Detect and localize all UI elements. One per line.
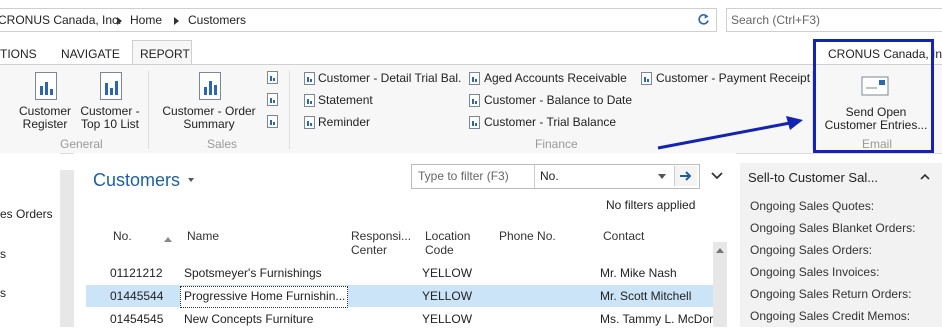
small-report-icon <box>641 72 652 85</box>
column-header-location-code[interactable]: Location Code <box>425 229 477 257</box>
tab-report[interactable]: REPORT <box>140 47 190 61</box>
report-icon <box>100 72 122 100</box>
search-placeholder: Search (Ctrl+F3) <box>731 13 821 27</box>
scroll-up-icon[interactable] <box>716 248 724 253</box>
filter-placeholder: Type to filter (F3) <box>418 169 509 183</box>
factbox-item[interactable]: Ongoing Sales Credit Memos: <box>750 309 910 323</box>
table-row-selected[interactable]: 01445544 Progressive Home Furnishin... Y… <box>86 285 713 308</box>
cell-no: 01445544 <box>110 289 164 303</box>
finance-item[interactable]: Customer - Payment Receipt <box>656 71 810 85</box>
cell-contact: Mr. Scott Mitchell <box>600 289 692 303</box>
filter-status: No filters applied <box>606 198 696 212</box>
cell-location: YELLOW <box>422 266 473 280</box>
arrow-right-icon <box>680 171 692 181</box>
ribbon-separator <box>289 71 290 149</box>
report-icon <box>199 72 221 100</box>
refresh-icon[interactable] <box>697 13 710 26</box>
finance-item[interactable]: Customer - Detail Trial Bal. <box>318 71 461 85</box>
chevron-up-icon[interactable] <box>920 173 930 180</box>
column-header-phone[interactable]: Phone No. <box>499 229 556 243</box>
nav-item[interactable]: s <box>0 286 6 300</box>
highlight-box <box>813 39 934 153</box>
crumb-home[interactable]: Home <box>130 13 162 27</box>
breadcrumb: CRONUS Canada, Inc. Home Customers <box>0 8 717 32</box>
small-report-icon <box>469 116 480 129</box>
divider <box>534 165 535 188</box>
report-icon <box>35 72 57 100</box>
column-header-no[interactable]: No. <box>113 229 132 243</box>
small-report-icon[interactable] <box>267 71 278 84</box>
group-label-general: General <box>60 137 103 151</box>
nav-item[interactable]: s <box>0 247 6 261</box>
group-label-finance: Finance <box>535 137 578 151</box>
finance-item[interactable]: Customer - Trial Balance <box>484 115 616 129</box>
small-report-icon <box>304 94 315 107</box>
table-row[interactable]: 01121212 Spotsmeyer's Furnishings YELLOW… <box>86 262 713 284</box>
customer-top10-button[interactable]: Customer - Top 10 List <box>78 105 142 131</box>
factbox-title[interactable]: Sell-to Customer Sal... <box>748 170 878 185</box>
cell-name[interactable]: New Concepts Furniture <box>184 312 344 326</box>
column-header-contact[interactable]: Contact <box>603 229 644 243</box>
finance-item[interactable]: Customer - Balance to Date <box>484 93 632 107</box>
chevron-down-icon[interactable] <box>711 172 723 180</box>
factbox-item[interactable]: Ongoing Sales Invoices: <box>750 265 879 279</box>
search-input[interactable]: Search (Ctrl+F3) <box>726 8 942 32</box>
cell-no: 01121212 <box>110 266 163 280</box>
cell-contact: Mr. Mike Nash <box>600 266 677 280</box>
factbox-item[interactable]: Ongoing Sales Return Orders: <box>750 287 911 301</box>
cell-name[interactable]: Spotsmeyer's Furnishings <box>184 266 344 280</box>
left-navigation: es Orders s s <box>0 153 60 327</box>
chevron-down-icon[interactable] <box>188 178 194 182</box>
small-report-icon[interactable] <box>267 93 278 106</box>
cell-location: YELLOW <box>422 289 473 303</box>
sort-ascending-icon <box>164 237 172 242</box>
crumb-company[interactable]: CRONUS Canada, Inc. <box>0 13 121 27</box>
tab-actions[interactable]: TIONS <box>0 47 37 61</box>
small-report-icon <box>304 72 315 85</box>
page-title[interactable]: Customers <box>93 170 180 191</box>
factbox-item[interactable]: Ongoing Sales Quotes: <box>750 199 874 213</box>
filter-input[interactable]: Type to filter (F3) No. <box>411 164 700 189</box>
column-header-responsibility-center[interactable]: Responsi... Center <box>351 229 413 257</box>
finance-item[interactable]: Statement <box>318 93 373 107</box>
chevron-down-icon[interactable] <box>658 174 666 179</box>
crumb-customers[interactable]: Customers <box>188 13 246 27</box>
small-report-icon[interactable] <box>267 115 278 128</box>
column-header-name[interactable]: Name <box>187 229 219 243</box>
factbox-item[interactable]: Ongoing Sales Blanket Orders: <box>750 221 915 235</box>
chevron-right-icon <box>174 17 179 25</box>
nav-item[interactable]: es Orders <box>0 207 53 221</box>
group-label-sales: Sales <box>207 137 238 151</box>
tab-navigate[interactable]: NAVIGATE <box>61 47 120 61</box>
scrollbar[interactable] <box>60 170 74 327</box>
cell-contact: Ms. Tammy L. McDor <box>600 312 713 326</box>
scrollbar[interactable] <box>713 242 727 327</box>
finance-item[interactable]: Aged Accounts Receivable <box>484 71 627 85</box>
customer-order-summary-button[interactable]: Customer - Order Summary <box>158 105 260 131</box>
small-report-icon <box>469 94 480 107</box>
annotation-arrow-icon <box>657 116 803 150</box>
cell-location: YELLOW <box>422 312 473 326</box>
chevron-right-icon <box>117 17 122 25</box>
factbox-item[interactable]: Ongoing Sales Orders: <box>750 243 872 257</box>
address-bar: CRONUS Canada, Inc. Home Customers Searc… <box>0 0 942 39</box>
small-report-icon <box>469 72 480 85</box>
cell-name[interactable]: Progressive Home Furnishin... <box>180 286 348 308</box>
filter-field-select[interactable]: No. <box>540 169 559 183</box>
ribbon-separator <box>148 71 149 149</box>
small-report-icon <box>304 116 315 129</box>
filter-go-button[interactable] <box>674 166 697 186</box>
customer-register-button[interactable]: Customer Register <box>14 105 76 131</box>
cell-no: 01454545 <box>110 312 164 326</box>
finance-item[interactable]: Reminder <box>318 115 370 129</box>
